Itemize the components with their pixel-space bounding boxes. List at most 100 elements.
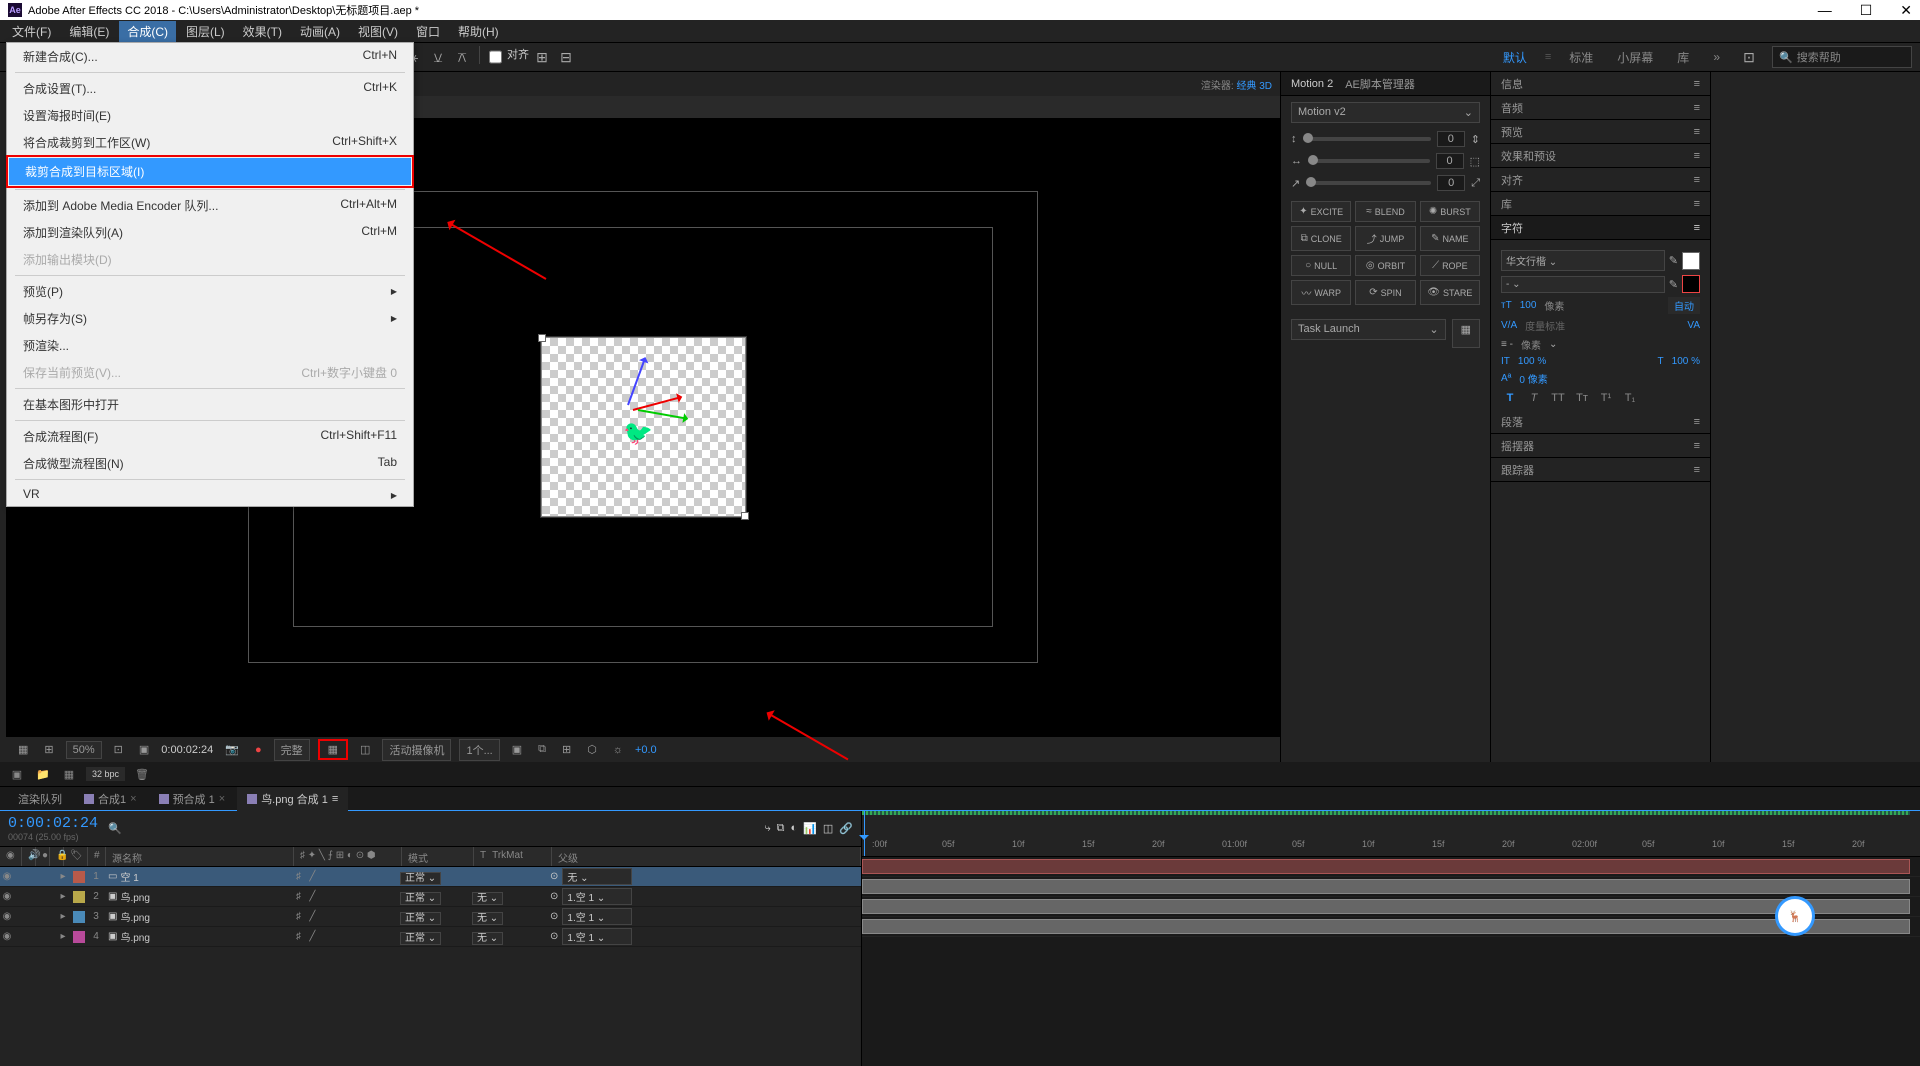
motion-excite-button[interactable]: ✦EXCITE xyxy=(1291,201,1351,222)
col-mode[interactable]: 模式 xyxy=(402,847,474,866)
label-color[interactable] xyxy=(73,871,85,883)
panel-库[interactable]: 库≡ xyxy=(1491,192,1710,216)
fill-color-swatch[interactable] xyxy=(1682,252,1700,270)
menu-item[interactable]: 预览(P) xyxy=(7,278,413,305)
timeline-tab-1[interactable]: 合成1 × xyxy=(74,787,147,811)
quality-dropdown[interactable]: 完整 xyxy=(274,739,310,761)
superscript-button[interactable]: T¹ xyxy=(1597,392,1615,404)
panel-摇摆器[interactable]: 摇摆器≡ xyxy=(1491,434,1710,458)
resolution-icon[interactable]: ⊡ xyxy=(110,741,127,758)
menu-item[interactable]: 合成设置(T)...Ctrl+K xyxy=(7,75,413,102)
snap-checkbox[interactable] xyxy=(489,46,502,68)
visibility-toggle[interactable] xyxy=(0,931,14,942)
menu-8[interactable]: 帮助(H) xyxy=(450,21,507,42)
menu-item[interactable]: 预渲染... xyxy=(7,332,413,359)
motion-slider-0[interactable]: ↕0⇕ xyxy=(1291,131,1480,147)
panel-跟踪器[interactable]: 跟踪器≡ xyxy=(1491,458,1710,482)
exposure-icon[interactable]: ☼ xyxy=(609,742,627,758)
task-launch-dropdown[interactable]: Task Launch⌄ xyxy=(1291,319,1446,340)
layer-row-2[interactable]: ▸ 2 ▣鸟.png ♯ ╱ 正常 ⌄ 无 ⌄ ⊙1.空 1 ⌄ xyxy=(0,887,861,907)
shy-icon[interactable]: ⤷ xyxy=(765,822,771,835)
workspace-default[interactable]: 默认 xyxy=(1497,45,1533,70)
motion-warp-button[interactable]: 〰WARP xyxy=(1291,280,1351,305)
layer-row-4[interactable]: ▸ 4 ▣鸟.png ♯ ╱ 正常 ⌄ 无 ⌄ ⊙1.空 1 ⌄ xyxy=(0,927,861,947)
views-dropdown[interactable]: 1个... xyxy=(459,739,499,761)
visibility-toggle[interactable] xyxy=(0,871,14,882)
bpc-button[interactable]: 32 bpc xyxy=(86,767,125,781)
motion-blend-button[interactable]: ≈BLEND xyxy=(1355,201,1415,222)
italic-button[interactable]: T xyxy=(1525,392,1543,404)
stroke-eyedropper-icon[interactable]: ✎ xyxy=(1669,278,1678,291)
panel-段落[interactable]: 段落≡ xyxy=(1491,410,1710,434)
pickwhip-icon[interactable]: ⊙ xyxy=(550,891,558,902)
stroke-color-swatch[interactable] xyxy=(1682,275,1700,293)
timeline-tab-3[interactable]: 鸟.png 合成 1 ≡ xyxy=(237,787,348,811)
trkmat-dropdown[interactable]: 无 ⌄ xyxy=(472,932,503,945)
menu-item[interactable]: 添加到 Adobe Media Encoder 队列...Ctrl+Alt+M xyxy=(7,192,413,219)
motion-spin-button[interactable]: ⟳SPIN xyxy=(1355,280,1415,305)
menu-6[interactable]: 视图(V) xyxy=(350,21,406,42)
timeline-icon[interactable]: ⊞ xyxy=(558,741,575,758)
maximize-button[interactable]: ☐ xyxy=(1860,2,1873,19)
motion-name-button[interactable]: ✎NAME xyxy=(1420,226,1480,251)
motion-burst-button[interactable]: ✺BURST xyxy=(1420,201,1480,222)
motion-rope-button[interactable]: ⟋ROPE xyxy=(1420,255,1480,276)
visibility-toggle[interactable] xyxy=(0,891,14,902)
grid-icon[interactable]: ⊞ xyxy=(40,741,57,758)
layer-row-3[interactable]: ▸ 3 ▣鸟.png ♯ ╱ 正常 ⌄ 无 ⌄ ⊙1.空 1 ⌄ xyxy=(0,907,861,927)
trkmat-dropdown[interactable]: 无 ⌄ xyxy=(472,892,503,905)
parent-dropdown[interactable]: 1.空 1 ⌄ xyxy=(562,928,632,945)
panel-对齐[interactable]: 对齐≡ xyxy=(1491,168,1710,192)
menu-7[interactable]: 窗口 xyxy=(408,21,448,42)
layer-name[interactable]: 鸟.png xyxy=(120,909,149,924)
menu-2[interactable]: 合成(C) xyxy=(119,21,176,42)
motion-orbit-button[interactable]: ◎ORBIT xyxy=(1355,255,1415,276)
menu-item[interactable]: 在基本图形中打开 xyxy=(7,391,413,418)
col-solo-icon[interactable]: ● xyxy=(36,847,50,866)
eyedropper-icon[interactable]: ✎ xyxy=(1669,254,1678,267)
flowchart-icon[interactable]: ⬡ xyxy=(583,741,601,758)
transparency-grid-icon[interactable]: ▦ xyxy=(324,742,342,758)
layer-name[interactable]: 鸟.png xyxy=(120,889,149,904)
motion-blur-icon[interactable]: ◐ xyxy=(791,822,798,835)
menu-0[interactable]: 文件(F) xyxy=(4,21,59,42)
panel-预览[interactable]: 预览≡ xyxy=(1491,120,1710,144)
exposure-value[interactable]: +0.0 xyxy=(635,744,657,756)
roi-icon[interactable]: ▣ xyxy=(135,741,153,758)
pickwhip-icon[interactable]: ⊙ xyxy=(550,911,558,922)
bold-button[interactable]: T xyxy=(1501,392,1519,404)
folder-icon[interactable]: 📁 xyxy=(34,765,52,783)
menu-item[interactable]: VR xyxy=(7,482,413,506)
panel-menu-icon[interactable]: ≡ xyxy=(1694,222,1700,234)
parent-dropdown[interactable]: 1.空 1 ⌄ xyxy=(562,888,632,905)
font-family-dropdown[interactable]: 华文行楷 ⌄ xyxy=(1501,250,1665,271)
timecode[interactable]: 0:00:02:24 xyxy=(8,815,98,832)
layer-name[interactable]: 空 1 xyxy=(120,869,138,884)
menu-item[interactable]: 帧另存为(S) xyxy=(7,305,413,332)
snap-opt1-icon[interactable]: ⊞ xyxy=(531,46,553,68)
motion-clone-button[interactable]: ⧉CLONE xyxy=(1291,226,1351,251)
menu-item[interactable]: 合成流程图(F)Ctrl+Shift+F11 xyxy=(7,423,413,450)
motion-jump-button[interactable]: ⤴JUMP xyxy=(1355,226,1415,251)
workspace-standard[interactable]: 标准 xyxy=(1563,45,1599,70)
leading-value[interactable]: 自动 xyxy=(1668,297,1700,314)
panel-效果和预设[interactable]: 效果和预设≡ xyxy=(1491,144,1710,168)
menu-item[interactable]: 将合成裁剪到工作区(W)Ctrl+Shift+X xyxy=(7,129,413,156)
camera-dropdown[interactable]: 活动摄像机 xyxy=(382,739,451,761)
motion-preset-dropdown[interactable]: Motion v2⌄ xyxy=(1291,102,1480,123)
col-label-icon[interactable]: 🏷 xyxy=(64,847,88,866)
blend-mode-dropdown[interactable]: 正常 ⌄ xyxy=(400,892,441,905)
menu-item[interactable]: 裁剪合成到目标区域(I) xyxy=(9,158,411,185)
col-parent[interactable]: 父级 xyxy=(552,847,861,866)
subscript-button[interactable]: T₁ xyxy=(1621,392,1639,404)
label-color[interactable] xyxy=(73,931,85,943)
snap-opt2-icon[interactable]: ⊟ xyxy=(555,46,577,68)
layer-bounds[interactable] xyxy=(541,337,746,517)
workspace-more-icon[interactable]: » xyxy=(1707,46,1726,68)
motion-slider-1[interactable]: ↔0⬚ xyxy=(1291,153,1480,169)
current-time[interactable]: 0:00:02:24 xyxy=(161,744,213,756)
minimize-button[interactable]: — xyxy=(1818,2,1832,19)
project-icon[interactable]: ▣ xyxy=(8,765,26,783)
draft3d-icon[interactable]: ◫ xyxy=(823,822,833,835)
trkmat-dropdown[interactable]: 无 ⌄ xyxy=(472,912,503,925)
